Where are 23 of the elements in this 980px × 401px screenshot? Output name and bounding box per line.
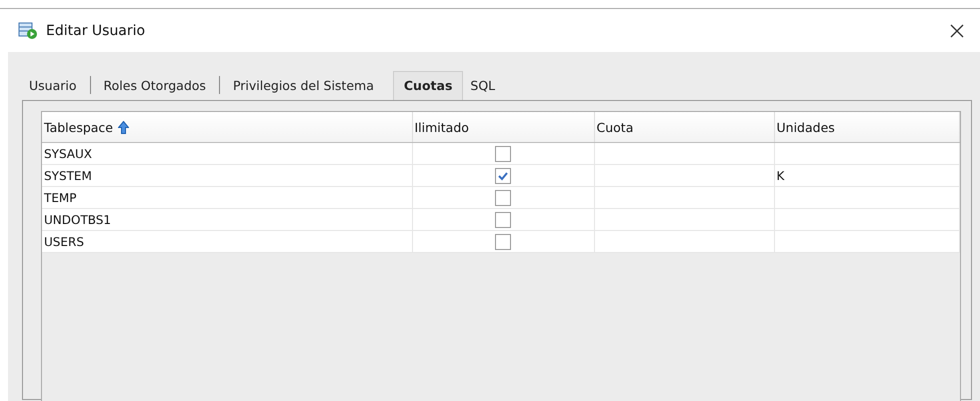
column-header[interactable]: Cuota (594, 112, 774, 142)
app-icon (18, 22, 38, 40)
checkbox[interactable] (495, 212, 511, 228)
column-header[interactable]: Ilimitado (412, 112, 594, 142)
table-cell: SYSTEM (42, 164, 412, 186)
column-header[interactable]: Unidades (774, 112, 960, 142)
checkbox[interactable] (495, 168, 511, 184)
table-cell: TEMP (42, 186, 412, 208)
tab[interactable]: Privilegios del Sistema (226, 71, 381, 100)
table-cell: SYSAUX (42, 142, 412, 164)
tab[interactable]: Usuario (22, 71, 84, 100)
tab[interactable]: SQL (463, 71, 502, 100)
table-cell: UNDOTBS1 (42, 208, 412, 230)
checkbox[interactable] (495, 190, 511, 206)
checkbox[interactable] (495, 234, 511, 250)
tab[interactable]: Cuotas (392, 71, 464, 100)
window-title: Editar Usuario (46, 22, 146, 38)
column-header[interactable]: Tablespace (44, 120, 113, 134)
table-cell: USERS (42, 230, 412, 252)
sort-arrow-icon[interactable] (118, 120, 129, 134)
table-cell: K (776, 168, 784, 182)
checkbox[interactable] (495, 146, 511, 162)
tab[interactable]: Roles Otorgados (96, 71, 213, 100)
